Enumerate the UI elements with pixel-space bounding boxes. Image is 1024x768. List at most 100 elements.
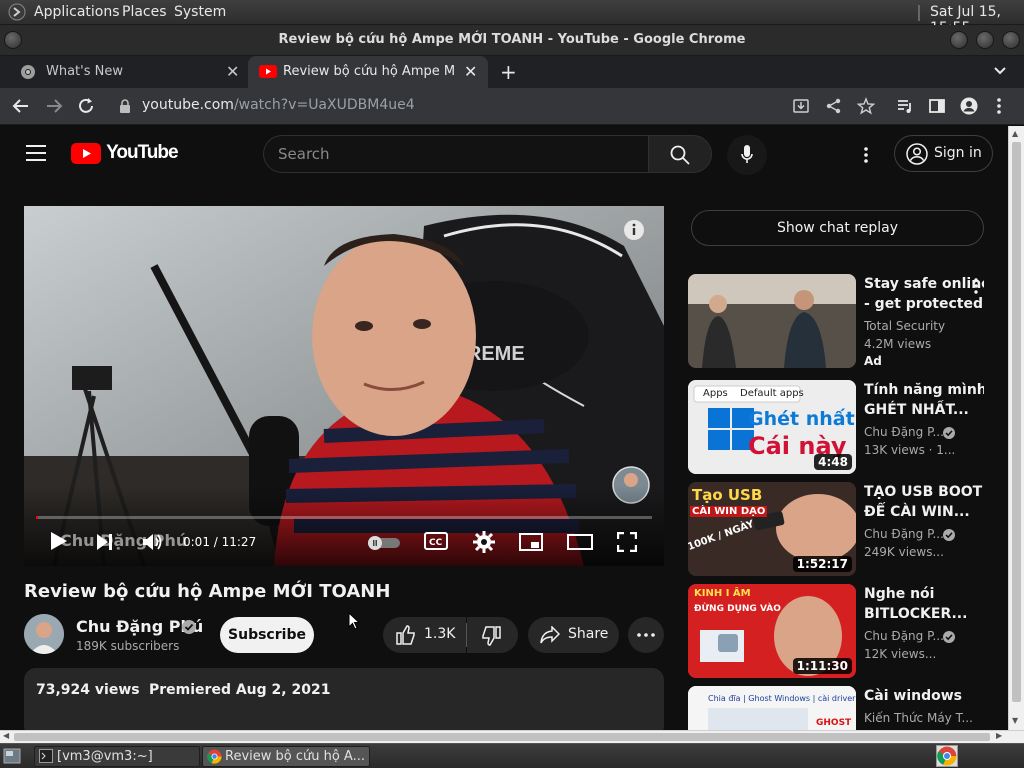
play-icon[interactable] [50, 531, 68, 551]
tab-whats-new[interactable]: What's New ✕ [8, 56, 248, 88]
subscribe-button[interactable]: Subscribe [220, 617, 314, 653]
scroll-right-icon[interactable]: ▶ [996, 731, 1002, 740]
recommendation-channel: Total Security [864, 319, 946, 333]
settings-dots-icon[interactable] [863, 146, 869, 164]
share-button[interactable]: Share [528, 617, 619, 653]
thumb-text: Chia đĩa | Ghost Windows | cài driver [708, 694, 856, 703]
new-tab-button[interactable]: + [500, 60, 517, 84]
scroll-left-icon[interactable]: ◀ [3, 731, 9, 740]
video-thumbnail[interactable]: Chia đĩa | Ghost Windows | cài driver GH… [688, 686, 856, 730]
list-item[interactable]: Tạo USB CÀI WIN DẠO 100K / NGÀY 1:52:17 … [688, 482, 1008, 578]
chrome-tray-icon[interactable] [936, 745, 958, 767]
gnome-foot-icon[interactable] [8, 3, 26, 21]
sign-in-button[interactable]: Sign in [894, 135, 993, 172]
share-arrow-icon [540, 626, 560, 644]
url-path: /watch?v=UaXUDBM4ue4 [233, 97, 415, 113]
show-desktop-icon[interactable] [3, 748, 21, 764]
info-icon[interactable] [624, 220, 644, 240]
video-player[interactable]: EXTREME Chu Đặng Phú 0:01 / 11:27 CC [24, 206, 664, 566]
terminal-icon [39, 749, 53, 763]
channel-avatar[interactable] [24, 614, 64, 654]
menu-system[interactable]: System [174, 4, 226, 20]
show-chat-replay-button[interactable]: Show chat replay [691, 210, 984, 246]
chrome-menu-icon[interactable] [996, 97, 1002, 115]
taskbar-chrome[interactable]: Review bộ cứu hộ A... [202, 746, 370, 767]
recommendation-channel: Kiến Thức Máy T... [864, 711, 973, 725]
scroll-down-icon[interactable]: ▼ [1012, 716, 1018, 725]
autoplay-toggle-icon[interactable] [368, 536, 400, 550]
video-thumbnail[interactable] [688, 274, 856, 368]
recommendation-title: Stay safe online [864, 276, 984, 292]
recommendation-title-line2: BITLOCKER... [864, 606, 968, 622]
ad-badge: Ad [864, 354, 882, 368]
list-item[interactable]: Chia đĩa | Ghost Windows | cài driver GH… [688, 686, 1008, 730]
tab-youtube-video[interactable]: Review bộ cứu hộ Ampe MỚI T ✕ [248, 56, 488, 88]
recommendation-channel: Chu Đặng P... [864, 425, 944, 439]
like-count: 1.3K [424, 626, 456, 642]
scrollbar-thumb[interactable] [1012, 142, 1021, 702]
tab-strip: What's New ✕ Review bộ cứu hộ Ampe MỚI T… [0, 56, 1024, 88]
list-item[interactable]: Stay safe online - get protected Total S… [688, 274, 1008, 370]
install-icon[interactable] [792, 97, 810, 115]
verified-icon [943, 529, 955, 541]
back-icon[interactable] [12, 97, 30, 115]
fullscreen-icon[interactable] [617, 532, 637, 552]
close-tab-icon[interactable]: ✕ [464, 62, 477, 81]
close-window-button[interactable] [1002, 31, 1020, 49]
duration-badge: 4:48 [814, 454, 852, 470]
scrollbar-thumb[interactable] [14, 733, 990, 741]
progress-bar[interactable] [36, 516, 652, 519]
controls-gradient [24, 486, 664, 566]
description-box[interactable]: 73,924 views Premiered Aug 2, 2021 [24, 668, 664, 730]
next-icon[interactable] [96, 533, 114, 551]
side-panel-icon[interactable] [928, 97, 946, 115]
horizontal-scrollbar[interactable]: ◀ ▶ [0, 730, 1024, 743]
window-titlebar[interactable]: Review bộ cứu hộ Ampe MỚI TOANH - YouTub… [0, 25, 1024, 56]
time-display: 0:01 / 11:27 [183, 535, 257, 549]
youtube-logo[interactable]: YouTube [71, 142, 179, 164]
vertical-scrollbar[interactable]: ▲ ▼ [1008, 126, 1024, 730]
theater-mode-icon[interactable] [567, 534, 593, 550]
volume-icon[interactable] [142, 532, 164, 552]
reload-icon[interactable] [77, 97, 95, 115]
recommendation-views: 13K views · 1... [864, 443, 956, 457]
more-actions-button[interactable] [628, 617, 664, 653]
bookmark-star-icon[interactable] [857, 97, 875, 115]
share-icon[interactable] [825, 97, 843, 115]
profile-icon[interactable] [960, 97, 978, 115]
hamburger-menu-icon[interactable] [26, 145, 46, 161]
recommendation-channel: Chu Đặng P... [864, 527, 944, 541]
forward-icon[interactable] [45, 97, 63, 115]
menu-applications[interactable]: Applications [34, 4, 120, 20]
like-button[interactable]: 1.3K [383, 617, 466, 653]
recommendation-title: TẠO USB BOOT [864, 484, 983, 500]
minimize-button[interactable] [950, 31, 968, 49]
address-bar[interactable]: youtube.com/watch?v=UaXUDBM4ue4 [142, 97, 415, 113]
video-thumbnail[interactable]: KINH I ÂM ĐỪNG DỤNG VÀO 1:11:30 [688, 584, 856, 678]
tab-search-icon[interactable] [992, 62, 1008, 78]
youtube-logo-text: YouTube [106, 142, 178, 163]
more-options-icon[interactable] [974, 278, 978, 294]
voice-search-button[interactable] [727, 135, 767, 175]
settings-gear-icon[interactable] [473, 531, 495, 553]
maximize-button[interactable] [976, 31, 994, 49]
recommendation-title-line2: GHÉT NHẤT... [864, 402, 969, 418]
captions-icon[interactable]: CC [424, 532, 448, 550]
taskbar-terminal[interactable]: [vm3@vm3:~] [34, 746, 200, 767]
close-tab-icon[interactable]: ✕ [226, 62, 239, 81]
search-button[interactable] [648, 135, 712, 173]
video-thumbnail[interactable]: Apps Default apps Ghét nhất Cái này 4:48 [688, 380, 856, 474]
media-control-icon[interactable] [896, 97, 914, 115]
scroll-up-icon[interactable]: ▲ [1012, 129, 1018, 138]
list-item[interactable]: KINH I ÂM ĐỪNG DỤNG VÀO 1:11:30 Nghe nói… [688, 584, 1008, 680]
dislike-button[interactable] [467, 617, 518, 653]
search-input[interactable]: Search [263, 135, 648, 173]
video-thumbnail[interactable]: Tạo USB CÀI WIN DẠO 100K / NGÀY 1:52:17 [688, 482, 856, 576]
tab-label: What's New [46, 64, 123, 79]
menu-places[interactable]: Places [122, 4, 167, 20]
miniplayer-icon[interactable] [519, 533, 543, 551]
top-panel: Applications Places System Sat Jul 15, 1… [0, 0, 1024, 36]
list-item[interactable]: Apps Default apps Ghét nhất Cái này 4:48… [688, 380, 1008, 476]
thumb-text: Ghét nhất [748, 408, 855, 430]
lock-icon[interactable] [119, 99, 131, 113]
